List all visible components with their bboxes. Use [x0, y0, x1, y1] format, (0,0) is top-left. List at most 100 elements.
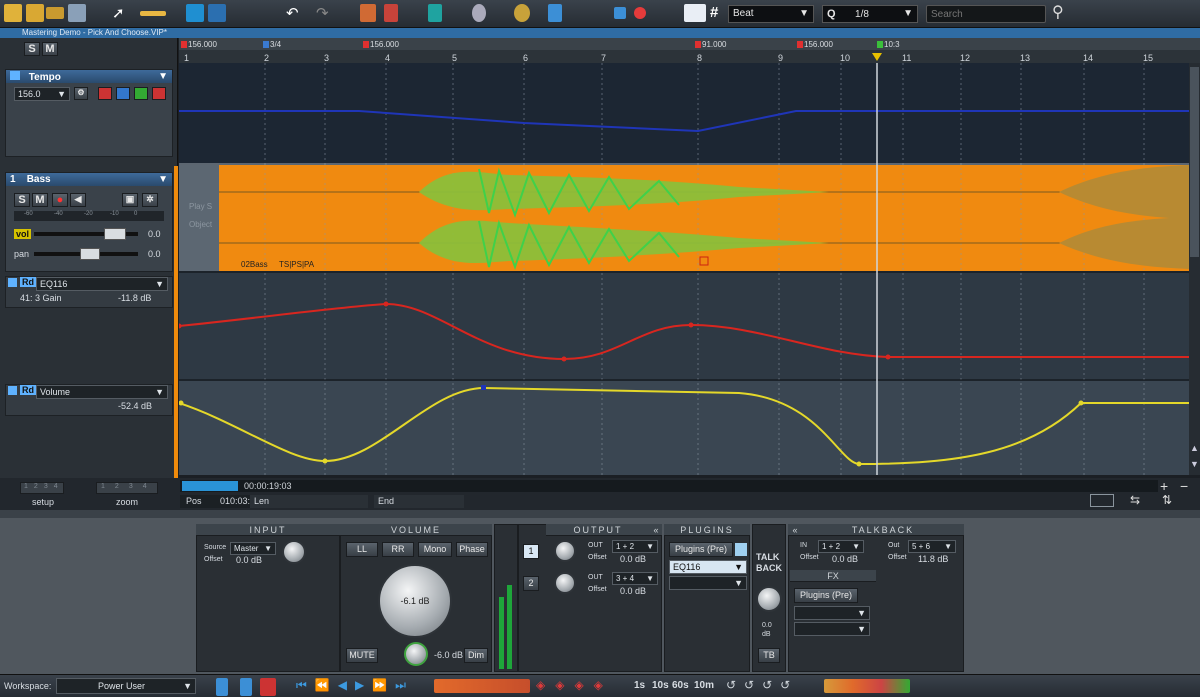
output-1-knob[interactable] — [554, 540, 576, 562]
horizontal-scrollbar[interactable]: 00:00:19:03 — [180, 480, 1158, 492]
lock-icon[interactable]: ▣ — [122, 193, 138, 207]
zoom-out-icon[interactable]: − — [1180, 478, 1188, 494]
vol-fader-handle[interactable] — [104, 228, 126, 240]
time-button-1s[interactable]: 1s — [634, 680, 645, 691]
folder-open-icon[interactable] — [4, 4, 22, 22]
source-select[interactable]: Master ▼ — [230, 542, 276, 555]
scrollbar-thumb[interactable] — [1190, 67, 1199, 257]
keyboard-icon[interactable] — [240, 678, 252, 696]
pencil-tool-icon[interactable] — [140, 11, 166, 16]
tempo-value-field[interactable]: 156.0 ▼ — [14, 87, 70, 101]
grid-toggle-icon[interactable] — [684, 4, 706, 22]
plugins-pre-button[interactable]: Plugins (Pre) — [669, 542, 733, 557]
marker-tools-icon[interactable] — [434, 679, 530, 693]
output-2-select[interactable]: 3 + 4 ▼ — [612, 572, 658, 585]
record-icon[interactable] — [634, 7, 646, 19]
fx-slot-empty[interactable]: ▼ — [794, 622, 870, 636]
tempo-flag-red-icon[interactable] — [152, 87, 166, 100]
tempo-lane[interactable] — [179, 63, 1189, 163]
marker-v-icon[interactable] — [384, 4, 398, 22]
mixer-icon[interactable] — [216, 678, 228, 696]
plugin-slot-eq116[interactable]: EQ116 ▼ — [669, 560, 747, 574]
record-monitor-icon[interactable] — [260, 678, 276, 696]
tempo-marker[interactable]: 156.000 — [181, 40, 217, 49]
scroll-up-icon[interactable]: ▲ — [1189, 443, 1200, 453]
pan-fader[interactable] — [34, 248, 138, 260]
tempo-track-name-bar[interactable]: Tempo ▼ — [6, 70, 172, 83]
edit-tools-icon[interactable] — [208, 4, 226, 22]
plugin-slot-empty[interactable]: ▼ — [669, 576, 747, 590]
analysis-tools-icon[interactable] — [824, 679, 910, 693]
freeze-icon[interactable]: ✲ — [142, 193, 158, 207]
output-1-select[interactable]: 1 + 2 ▼ — [612, 540, 658, 553]
chevron-down-icon[interactable]: ▼ — [158, 174, 168, 185]
vertical-zoom-icon[interactable]: ⇅ — [1162, 493, 1172, 507]
record-arm-icon[interactable]: ● — [52, 193, 68, 207]
tempo-marker[interactable]: 156.000 — [363, 40, 399, 49]
signature-marker[interactable]: 3/4 — [263, 40, 281, 49]
len-field[interactable]: Len — [250, 495, 368, 508]
grid-icon[interactable]: # — [710, 4, 728, 22]
pointer-tool-icon[interactable]: ➚ — [112, 4, 130, 22]
input-offset-knob[interactable] — [282, 540, 306, 564]
save-icon[interactable] — [68, 4, 86, 22]
transport-controls[interactable]: ⏮⏪◀▶⏩⏭ — [296, 678, 414, 693]
scroll-down-icon[interactable]: ▼ — [1189, 459, 1200, 469]
lane-home-icon[interactable] — [8, 278, 17, 287]
bass-mute-button[interactable]: M — [32, 193, 48, 207]
undo-icon[interactable]: ↶ — [286, 4, 304, 22]
global-solo-button[interactable]: S — [24, 42, 40, 56]
talkback-level-knob[interactable] — [756, 586, 782, 612]
folder-icon[interactable] — [26, 4, 44, 22]
dim-knob[interactable] — [404, 642, 428, 666]
eq-plugin-select[interactable]: EQ116 ▼ — [36, 277, 168, 291]
quantize-mode-select[interactable]: Beat ▼ — [728, 5, 814, 23]
bass-audio-clip[interactable] — [219, 165, 1189, 271]
zoom-in-icon[interactable]: + — [1160, 478, 1168, 494]
fit-view-icon[interactable] — [1090, 494, 1114, 507]
volume-plugin-select[interactable]: Volume ▼ — [36, 385, 168, 399]
time-button-10s[interactable]: 10s — [652, 680, 669, 691]
global-mute-button[interactable]: M — [42, 42, 58, 56]
redo-icon[interactable]: ↷ — [316, 4, 334, 22]
snap-icon[interactable] — [186, 4, 204, 22]
workspace-select[interactable]: Power User ▼ — [56, 678, 196, 694]
talkback-out-select[interactable]: 5 + 6 ▼ — [908, 540, 956, 553]
end-field[interactable]: End — [374, 495, 464, 508]
phase-button[interactable]: Phase — [456, 542, 488, 557]
tempo-marker[interactable]: 156.000 — [797, 40, 833, 49]
collapse-icon[interactable]: « — [788, 524, 802, 536]
time-button-60s[interactable]: 60s — [672, 680, 689, 691]
mono-button[interactable]: Mono — [418, 542, 452, 557]
tempo-flag-blue-icon[interactable] — [116, 87, 130, 100]
timeline-ruler[interactable]: 156.000 3/4 156.000 91.000 156.000 10:3 … — [179, 38, 1200, 63]
gear-icon[interactable]: ⚙ — [74, 87, 88, 100]
dvd-icon[interactable] — [514, 4, 530, 22]
quantize-value-select[interactable]: Q 1/8 ▼ — [822, 5, 918, 23]
talkback-in-select[interactable]: 1 + 2 ▼ — [818, 540, 864, 553]
mute-button[interactable]: MUTE — [346, 648, 378, 663]
horizontal-zoom-icon[interactable]: ⇆ — [1130, 493, 1140, 507]
zoom-slots[interactable]: 1234 — [96, 482, 158, 494]
plugins-toggle[interactable] — [735, 543, 747, 556]
output-channel-1-button[interactable]: 1 — [523, 544, 539, 559]
read-mode-badge[interactable]: Rd — [20, 277, 36, 287]
collapse-icon[interactable]: « — [650, 524, 662, 536]
loop-icon[interactable] — [548, 4, 562, 22]
rr-button[interactable]: RR — [382, 542, 414, 557]
read-mode-badge[interactable]: Rd — [20, 385, 36, 395]
monitor-icon[interactable]: ◀ — [70, 193, 86, 207]
range-tools-icon[interactable]: ◈◈◈◈ — [536, 678, 613, 692]
chevron-down-icon[interactable]: ▼ — [158, 71, 168, 82]
master-volume-knob[interactable]: -6.1 dB — [378, 564, 452, 638]
output-channel-2-button[interactable]: 2 — [523, 576, 539, 591]
range-v-icon[interactable] — [428, 4, 442, 22]
dim-button[interactable]: Dim — [464, 648, 488, 663]
ll-button[interactable]: LL — [346, 542, 378, 557]
position-marker[interactable]: 10:3 — [877, 40, 900, 49]
vertical-scrollbar[interactable]: ▲ ▼ — [1189, 63, 1200, 475]
vol-fader[interactable] — [34, 228, 138, 240]
fx-plugins-pre-button[interactable]: Plugins (Pre) — [794, 588, 858, 603]
tempo-marker[interactable]: 91.000 — [695, 40, 726, 49]
bass-track-name-bar[interactable]: 1 Bass ▼ — [6, 173, 172, 186]
